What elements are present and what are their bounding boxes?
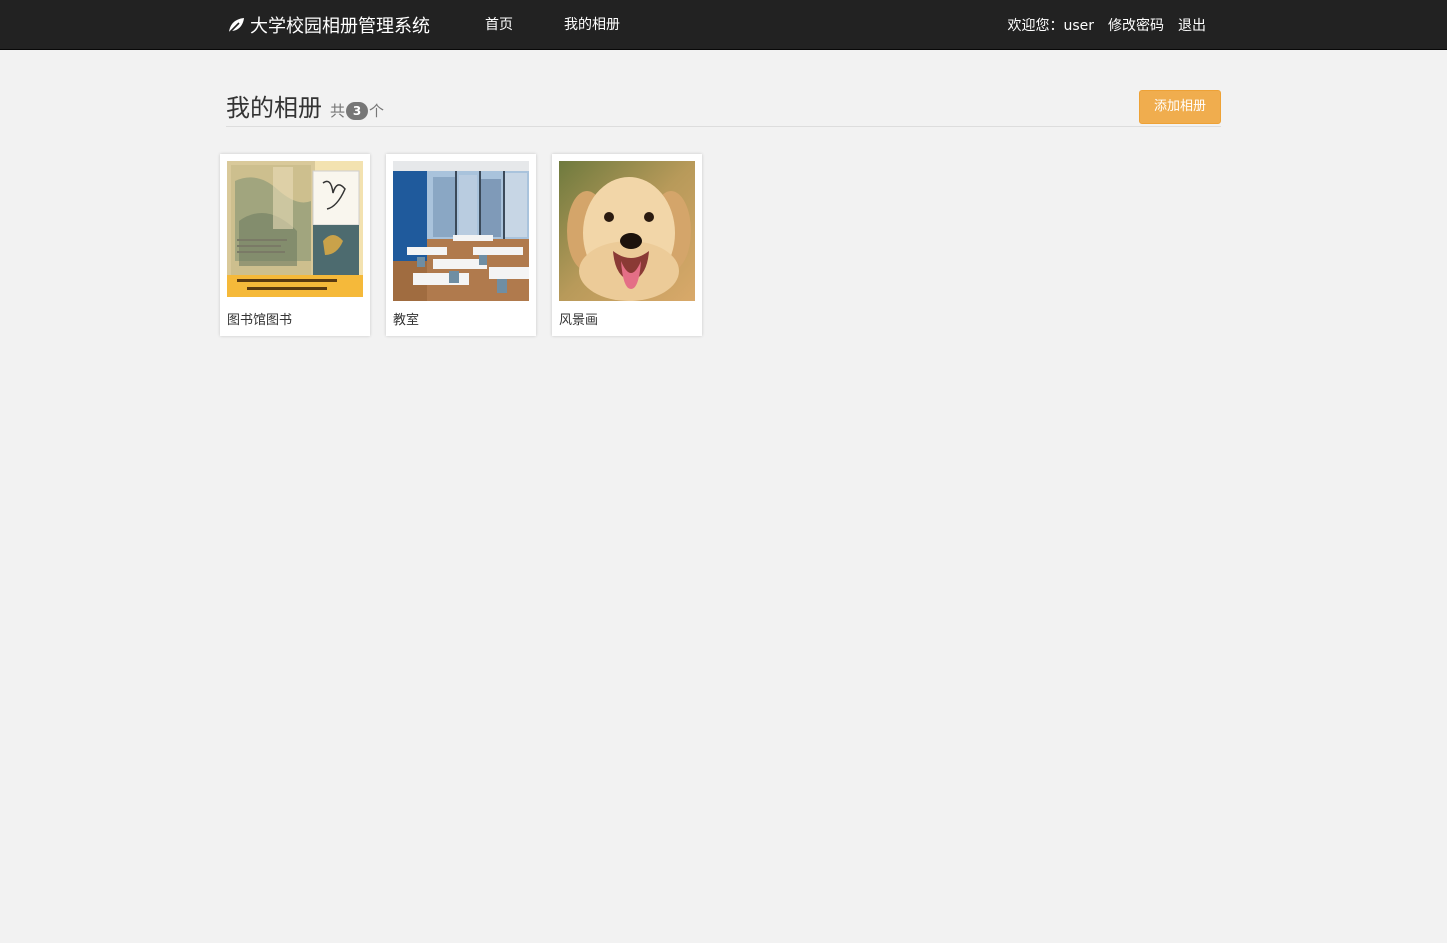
dog-image [559, 161, 695, 301]
count-suffix: 个 [369, 102, 385, 120]
page-title: 我的相册 共3个 [226, 88, 384, 123]
album-name: 风景画 [559, 313, 599, 328]
logout-link[interactable]: 退出 [1178, 15, 1206, 35]
album-card[interactable]: 图书馆图书 [220, 154, 370, 336]
album-count: 共3个 [330, 100, 384, 121]
leaf-icon [228, 18, 244, 34]
album-card[interactable]: 教室 [386, 154, 536, 336]
nav-home-link[interactable]: 首页 [485, 0, 513, 50]
count-prefix: 共 [330, 102, 346, 120]
welcome-text: 欢迎您：user [1007, 18, 1094, 34]
nav-my-albums-link[interactable]: 我的相册 [564, 0, 620, 50]
brand-title: 大学校园相册管理系统 [250, 16, 430, 37]
brand-link[interactable]: 大学校园相册管理系统 [226, 0, 430, 50]
album-name: 教室 [393, 313, 420, 328]
change-password-link[interactable]: 修改密码 [1108, 15, 1164, 35]
count-badge: 3 [346, 101, 369, 120]
page-header: 我的相册 共3个 添加相册 [226, 84, 1221, 127]
nav-user-area: 欢迎您：user 修改密码 退出 [1007, 0, 1206, 50]
book-cover-image [227, 161, 363, 301]
top-navbar: 大学校园相册管理系统 首页 我的相册 欢迎您：user 修改密码 退出 [0, 0, 1447, 50]
page-title-text: 我的相册 [226, 94, 322, 122]
album-card[interactable]: 风景画 [552, 154, 702, 336]
classroom-image [393, 161, 529, 301]
add-album-button[interactable]: 添加相册 [1139, 90, 1221, 124]
album-name: 图书馆图书 [227, 313, 293, 328]
